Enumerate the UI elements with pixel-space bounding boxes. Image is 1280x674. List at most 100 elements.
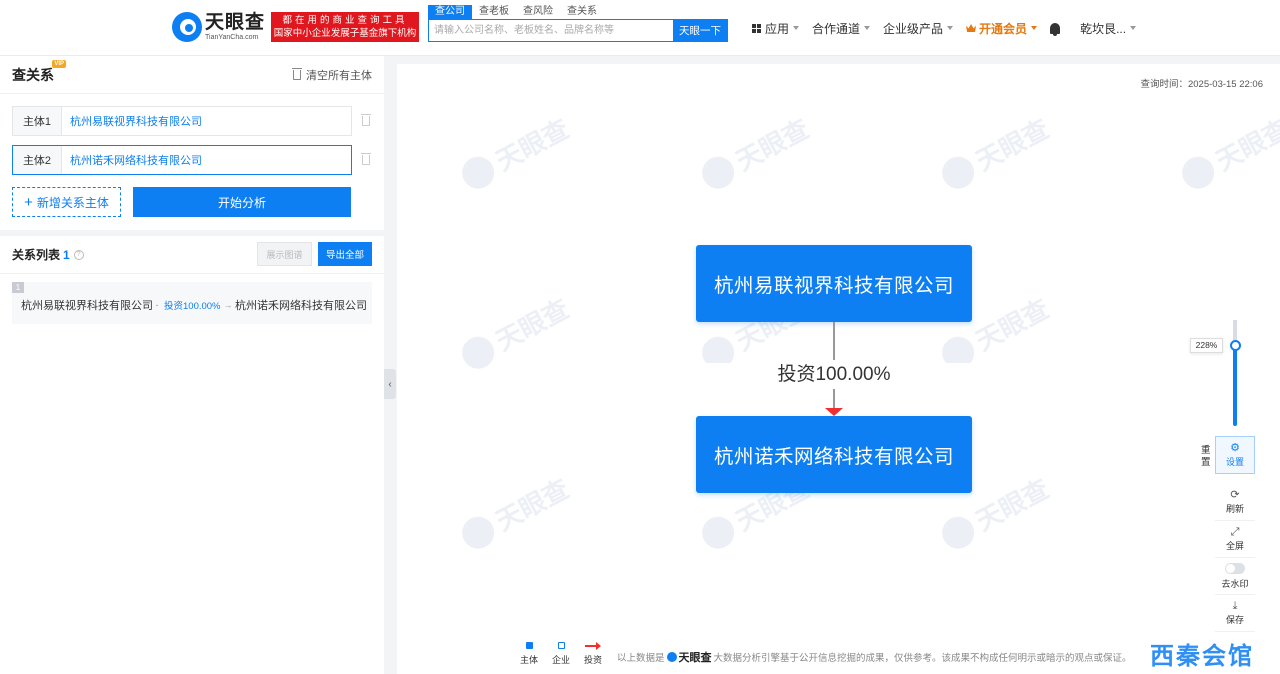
slogan-banner[interactable]: 都在用的商业查询工具 国家中小企业发展子基金旗下机构 (271, 12, 419, 42)
delete-entity-icon[interactable] (361, 153, 371, 165)
chevron-down-icon (793, 26, 800, 30)
refresh-icon: ⟳ (1230, 489, 1240, 501)
query-time: 查询时间：2025-03-15 22:06 (1140, 79, 1263, 90)
panel-header: 查关系 VIP 清空所有主体 (0, 56, 384, 94)
edge-line (833, 322, 835, 360)
legend-label: 企业 (552, 655, 571, 665)
square-filled-icon (525, 642, 533, 649)
watermark: 天眼查 (935, 109, 1055, 196)
plus-icon: + (24, 193, 33, 211)
settings-label: 设置 (1225, 457, 1244, 467)
fullscreen-icon: ⤢ (1230, 526, 1240, 538)
tab-risk[interactable]: 查风险 (516, 5, 560, 19)
entity-row-2[interactable]: 主体2 杭州诺禾网络科技有限公司 (12, 145, 352, 175)
graph-node-target[interactable]: 杭州诺禾网络科技有限公司 (696, 416, 972, 493)
export-all-button[interactable]: 导出全部 (318, 242, 372, 266)
logo-icon (666, 652, 677, 662)
nav-partners[interactable]: 合作通道 (812, 20, 871, 37)
slogan-line-1: 都在用的商业查询工具 (282, 15, 408, 26)
chevron-down-icon (947, 26, 954, 30)
remove-watermark-toggle[interactable]: 去水印 (1215, 558, 1255, 595)
save-button[interactable]: ⤓ 保存 (1215, 595, 1255, 632)
legend-invest: 投资 (584, 642, 602, 666)
relation-path: 杭州易联视界科技有限公司 - 投资100.00% → 杭州诺禾网络科技有限公司 (21, 297, 367, 313)
graph-toolbox: ⚙ 设置 ⟳ 刷新 ⤢ 全屏 去水印 ⤓ 保存 (1215, 436, 1255, 632)
edge-label: 投资100.00% (697, 363, 971, 387)
disclaimer: 以上数据是 天眼查 大数据分析引擎基于公开信息挖掘的成果，仅供参考。该成果不构成… (617, 649, 1132, 665)
toggle-icon (1225, 562, 1245, 574)
entity-label: 主体2 (13, 146, 62, 174)
refresh-button[interactable]: ⟳ 刷新 (1215, 484, 1255, 521)
help-icon[interactable]: ? (73, 249, 84, 260)
site-logo[interactable]: 天眼查 TianYanCha.com (172, 12, 265, 42)
gear-icon: ⚙ (1230, 442, 1240, 454)
arrow-right-icon (585, 642, 602, 650)
entity-row-1[interactable]: 主体1 杭州易联视界科技有限公司 (12, 106, 352, 136)
nav-enterprise-label: 企业级产品 (883, 21, 944, 36)
tab-boss[interactable]: 查老板 (472, 5, 516, 19)
delete-entity-icon[interactable] (361, 114, 371, 126)
edge-line (833, 389, 835, 408)
search-input[interactable] (429, 20, 673, 41)
relation-list-title: 关系列表 (12, 248, 61, 262)
fullscreen-label: 全屏 (1225, 541, 1244, 551)
grid-icon (752, 23, 761, 33)
logo-icon (172, 12, 202, 42)
mini-logo-text: 天眼查 (678, 652, 712, 664)
reset-zoom-button[interactable]: 重置 (1201, 445, 1213, 469)
legend-company: 企业 (552, 642, 570, 666)
watermark: 天眼查 (1175, 109, 1280, 196)
arrow-down-icon (825, 408, 843, 416)
clear-all-button[interactable]: 清空所有主体 (292, 67, 372, 83)
tab-relation[interactable]: 查关系 (560, 5, 604, 19)
left-panel: 查关系 VIP 清空所有主体 主体1 杭州易联视界科技有限公司 主体2 杭州诺禾… (0, 56, 384, 674)
disclaimer-text: 大数据分析引擎基于公开信息挖掘的成果，仅供参考。该成果不构成任何明示或暗示的观点… (713, 653, 1132, 664)
relation-item[interactable]: 1 杭州易联视界科技有限公司 - 投资100.00% → 杭州诺禾网络科技有限公… (12, 282, 372, 324)
legend-label: 投资 (584, 655, 603, 665)
tab-company[interactable]: 查公司 (428, 5, 472, 19)
logo-text: 天眼查 (205, 12, 266, 33)
save-label: 保存 (1225, 615, 1244, 625)
relation-index: 1 (12, 282, 24, 293)
nav-apps-label: 应用 (765, 21, 790, 36)
nav-enterprise[interactable]: 企业级产品 (883, 20, 954, 37)
slogan-line-2: 国家中小企业发展子基金旗下机构 (273, 28, 417, 39)
relation-from[interactable]: 杭州易联视界科技有限公司 (21, 297, 153, 313)
nav-notifications[interactable] (1050, 22, 1067, 36)
graph-canvas[interactable]: 天眼查 天眼查 天眼查 天眼查 天眼查 天眼查 天眼查 天眼查 天眼查 天眼查 … (397, 64, 1280, 674)
relation-count: 1 (63, 247, 70, 262)
download-icon: ⤓ (1232, 600, 1238, 612)
bell-icon (1050, 22, 1061, 36)
nav-vip[interactable]: 开通会员 (966, 20, 1038, 37)
entity-input[interactable]: 杭州易联视界科技有限公司 (62, 113, 202, 129)
graph-legend: 主体 企业 投资 (520, 642, 616, 666)
entity-input[interactable]: 杭州诺禾网络科技有限公司 (62, 152, 202, 168)
legend-label: 主体 (520, 655, 539, 665)
start-analysis-button[interactable]: 开始分析 (133, 187, 351, 217)
collapse-panel-button[interactable]: ‹ (384, 369, 396, 399)
chevron-down-icon (1130, 26, 1137, 30)
relation-edge: 投资100.00% (164, 301, 221, 312)
add-entity-button[interactable]: + 新增关系主体 (12, 187, 121, 217)
vip-badge: VIP (52, 59, 66, 68)
square-outline-icon (557, 642, 565, 649)
nav-apps[interactable]: 应用 (752, 20, 800, 37)
relation-to[interactable]: 杭州诺禾网络科技有限公司 (235, 297, 367, 313)
nav-user-menu[interactable]: 乾坎艮... (1080, 20, 1137, 37)
chevron-down-icon (864, 26, 871, 30)
relation-list-header: 关系列表 1 ? 展示图谱 导出全部 (0, 236, 384, 274)
crown-icon (966, 24, 977, 32)
graph-node-source[interactable]: 杭州易联视界科技有限公司 (696, 245, 972, 322)
watermark: 天眼查 (455, 109, 575, 196)
search-button[interactable]: 天眼一下 (673, 20, 727, 41)
fullscreen-button[interactable]: ⤢ 全屏 (1215, 521, 1255, 558)
mini-logo: 天眼查 (666, 649, 712, 665)
zoom-slider-handle[interactable] (1230, 340, 1241, 351)
top-navbar: 天眼查 TianYanCha.com 都在用的商业查询工具 国家中小企业发展子基… (0, 0, 1280, 56)
show-graph-button[interactable]: 展示图谱 (257, 242, 312, 266)
chevron-down-icon (1031, 26, 1038, 30)
trash-icon (292, 67, 302, 80)
settings-button[interactable]: ⚙ 设置 (1215, 436, 1255, 474)
panel-title: 查关系 VIP (12, 59, 66, 85)
main-nav: 应用 合作通道 企业级产品 开通会员 乾坎艮... (752, 0, 1149, 56)
